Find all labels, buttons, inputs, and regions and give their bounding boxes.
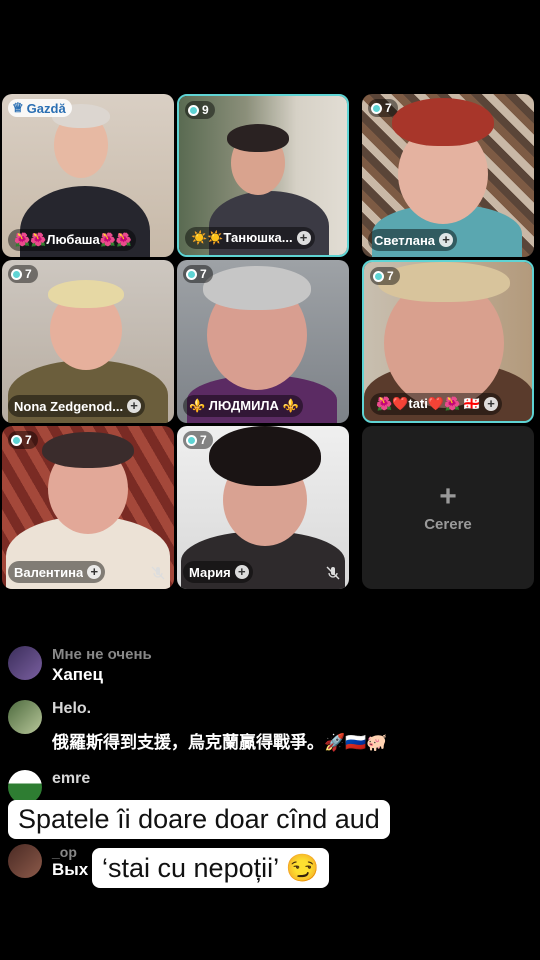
- add-icon[interactable]: +: [127, 399, 142, 413]
- add-icon[interactable]: +: [234, 565, 249, 579]
- video-hair: [203, 266, 311, 310]
- eye-icon: [371, 102, 382, 114]
- viewer-count-badge: 7: [370, 267, 400, 285]
- chat-text: 俄羅斯得到支援，烏克蘭贏得戰爭。🚀🇷🇺🐖: [52, 733, 388, 752]
- add-icon[interactable]: +: [296, 231, 311, 245]
- participant-tile[interactable]: 7 Nona Zedgenod... +: [2, 260, 174, 423]
- viewer-count-badge: 9: [185, 101, 215, 119]
- add-icon[interactable]: +: [87, 565, 102, 579]
- video-hair: [48, 280, 124, 308]
- participant-name: 🌺🌺Любаша🌺🌺: [8, 229, 137, 251]
- caption-line-1: Spatele îi doare doar cînd aud: [8, 800, 390, 839]
- eye-icon: [186, 434, 197, 446]
- participant-name: Мария +: [183, 561, 253, 583]
- participant-tile[interactable]: 7 ⚜️ ЛЮДМИЛА ⚜️: [177, 260, 349, 423]
- eye-icon: [188, 104, 199, 116]
- chat-username[interactable]: Мне не очень: [52, 646, 152, 663]
- avatar[interactable]: [8, 770, 42, 804]
- participant-tile-host[interactable]: ♕ Gazdă 🌺🌺Любаша🌺🌺: [2, 94, 174, 257]
- chat-username[interactable]: _ор: [52, 844, 88, 860]
- participant-name: 🌺❤️tati❤️🌺 🇬🇪 +: [370, 393, 503, 415]
- avatar[interactable]: [8, 646, 42, 680]
- video-hair: [378, 262, 510, 302]
- video-hair: [42, 432, 134, 468]
- viewer-count-badge: 7: [8, 431, 38, 449]
- participant-tile[interactable]: 7 🌺❤️tati❤️🌺 🇬🇪 +: [362, 260, 534, 423]
- chat-text: Вых: [52, 860, 89, 879]
- viewer-count-badge: 7: [183, 431, 213, 449]
- host-badge: ♕ Gazdă: [8, 99, 72, 117]
- add-icon[interactable]: +: [439, 233, 454, 247]
- muted-mic-icon: [325, 565, 341, 581]
- caption-line-2: ‘stai cu nepoții’ 😏: [92, 848, 330, 888]
- chat-message: Helo. 俄羅斯得到支援，烏克蘭贏得戰爭。🚀🇷🇺🐖: [8, 700, 388, 753]
- participant-tile[interactable]: 7 Валентина +: [2, 426, 174, 589]
- participant-name: Валентина +: [8, 561, 106, 583]
- avatar[interactable]: [8, 700, 42, 734]
- request-slot-button[interactable]: + Cerere: [362, 426, 534, 589]
- viewer-count-badge: 7: [368, 99, 398, 117]
- video-hair: [227, 124, 289, 152]
- eye-icon: [373, 270, 384, 282]
- eye-icon: [11, 434, 22, 446]
- participant-tile[interactable]: 7 Мария +: [177, 426, 349, 589]
- participant-name: ☀️☀️Танюшка... +: [185, 227, 315, 249]
- add-icon[interactable]: +: [484, 397, 499, 411]
- participant-tile[interactable]: 7 Светлана +: [362, 94, 534, 257]
- video-hair: [392, 98, 494, 146]
- chat-message: Мне не очень Хапец: [8, 646, 152, 685]
- muted-mic-icon: [150, 565, 166, 581]
- chat-text: Хапец: [52, 665, 103, 684]
- chat-message: _ор Вых: [8, 844, 88, 880]
- eye-icon: [11, 268, 22, 280]
- viewer-count-badge: 7: [183, 265, 213, 283]
- plus-icon: +: [439, 480, 457, 513]
- participant-tile[interactable]: 9 ☀️☀️Танюшка... +: [177, 94, 349, 257]
- chat-message: emre: [8, 770, 90, 804]
- chat-username[interactable]: Helo.: [52, 700, 388, 718]
- viewer-count-badge: 7: [8, 265, 38, 283]
- chat-username[interactable]: emre: [52, 770, 90, 788]
- avatar[interactable]: [8, 844, 42, 878]
- participant-name: Светлана +: [368, 229, 458, 251]
- eye-icon: [186, 268, 197, 280]
- participant-name: Nona Zedgenod... +: [8, 395, 146, 417]
- participant-name: ⚜️ ЛЮДМИЛА ⚜️: [183, 395, 303, 417]
- video-hair: [209, 426, 321, 486]
- crown-icon: ♕: [12, 100, 24, 115]
